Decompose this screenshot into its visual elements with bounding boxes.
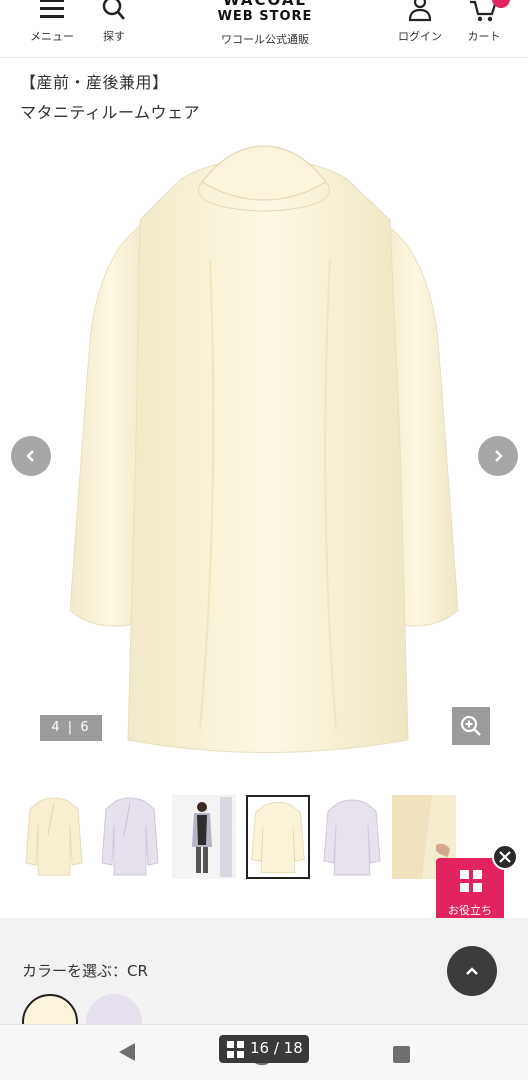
search-button[interactable]: 探す: [84, 0, 144, 58]
color-label: カラーを選ぶ：CR: [22, 962, 148, 980]
menu-button[interactable]: メニュー: [22, 0, 82, 58]
back-triangle-icon[interactable]: [115, 1041, 137, 1063]
thumbnail-item[interactable]: [172, 795, 236, 879]
thumb-lavender-back-image: [323, 799, 381, 876]
thumbnail-item[interactable]: [22, 795, 86, 879]
chevron-left-icon: [26, 450, 34, 462]
thumb-lavender-front-image: [101, 797, 159, 876]
recents-square-icon[interactable]: [393, 1046, 410, 1063]
cart-button[interactable]: カート: [454, 0, 514, 58]
grid-icon: [460, 870, 482, 892]
user-icon: [408, 0, 432, 22]
product-title-line1: 【産前・産後兼用】: [20, 73, 169, 92]
cart-label: カート: [467, 30, 501, 43]
site-header: メニュー 探す WACOAL WEB STORE ワコール公式通販 ログイン カ…: [0, 0, 528, 58]
thumb-cream-back-image: [251, 801, 305, 874]
product-title-line2: マタニティルームウェア: [20, 103, 201, 122]
close-icon: [499, 851, 511, 863]
brand-name: WACOAL: [222, 0, 307, 9]
thumb-model-image: [172, 795, 236, 879]
thumbnail-strip: [20, 795, 470, 881]
chevron-up-icon: [466, 967, 478, 975]
menu-label: メニュー: [30, 30, 74, 43]
image-counter: 4 | 6: [40, 715, 102, 741]
chevron-right-icon: [495, 450, 503, 462]
login-button[interactable]: ログイン: [390, 0, 450, 58]
prev-image-button[interactable]: [11, 436, 51, 476]
site-logo[interactable]: WACOAL WEB STORE ワコール公式通販: [180, 0, 350, 58]
page-indicator-text: 16 / 18: [250, 1039, 303, 1057]
help-widget-button[interactable]: お役立ち: [436, 858, 504, 926]
login-label: ログイン: [398, 30, 442, 43]
thumbnail-item[interactable]: [320, 795, 384, 879]
thumb-cream-front-image: [25, 797, 83, 876]
next-image-button[interactable]: [478, 436, 518, 476]
search-label: 探す: [103, 30, 125, 43]
thumbnail-item-selected[interactable]: [246, 795, 310, 879]
thumbnail-item[interactable]: [98, 795, 162, 879]
hamburger-icon: [40, 0, 64, 18]
product-main-image[interactable]: [60, 140, 468, 770]
robe-back-illustration: [69, 145, 459, 753]
scroll-to-top-button[interactable]: [447, 946, 497, 996]
help-label: お役立ち: [448, 904, 492, 917]
help-close-button[interactable]: [492, 844, 518, 870]
grid-icon: [227, 1041, 244, 1058]
zoom-in-icon: [460, 715, 481, 736]
zoom-button[interactable]: [452, 707, 490, 745]
page-indicator: 16 / 18: [219, 1035, 309, 1063]
store-tagline: ワコール公式通販: [221, 33, 309, 46]
store-name: WEB STORE: [217, 9, 313, 24]
search-icon: [102, 0, 125, 20]
